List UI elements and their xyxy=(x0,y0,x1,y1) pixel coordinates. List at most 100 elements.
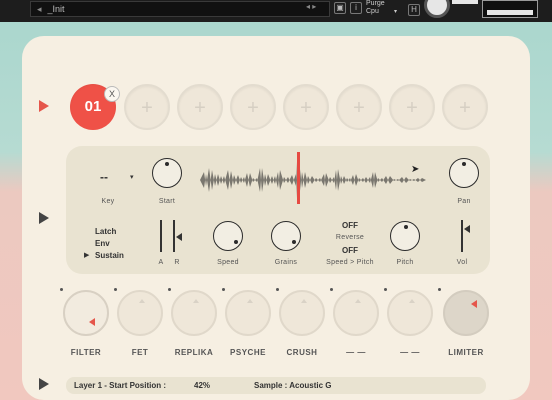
fx-dot-2 xyxy=(114,288,117,291)
replika-knob[interactable] xyxy=(171,290,217,336)
limiter-knob-indicator xyxy=(471,300,477,308)
status-sample-text: Sample : Acoustic G xyxy=(254,381,332,390)
preset-arrow-icon: ◂ xyxy=(37,4,42,14)
layer-slot-3[interactable]: + xyxy=(177,84,223,130)
preset-name: _Init xyxy=(47,4,65,14)
output-bar xyxy=(487,10,533,15)
info-icon[interactable]: i xyxy=(350,2,362,14)
pan-knob-indicator xyxy=(462,162,466,166)
filter-knob-indicator xyxy=(89,318,95,326)
release-label: R xyxy=(174,259,180,266)
fx-label-replika: REPLIKA xyxy=(174,348,214,357)
replika-knob-mark-icon xyxy=(193,299,199,303)
mode-latch[interactable]: Latch xyxy=(95,227,116,236)
attack-label: A xyxy=(158,259,164,266)
fet-knob[interactable] xyxy=(117,290,163,336)
pitch-knob[interactable] xyxy=(390,221,420,251)
pitch-knob-indicator xyxy=(404,225,408,229)
host-toolbar: ◂ _Init ◂ ▸ ▣ i Purge Cpu ▾ H xyxy=(0,0,552,22)
grains-knob[interactable] xyxy=(271,221,301,251)
release-fader[interactable] xyxy=(173,220,175,252)
fx-dot-3 xyxy=(168,288,171,291)
level-meter xyxy=(452,0,478,4)
plus-icon: + xyxy=(406,97,418,119)
volume-fader[interactable] xyxy=(461,220,463,252)
psyche-knob-mark-icon xyxy=(247,299,253,303)
volume-fader-handle-icon[interactable] xyxy=(464,225,470,233)
fx-dot-6 xyxy=(330,288,333,291)
editor-play-icon[interactable] xyxy=(39,212,49,224)
key-value[interactable]: -- xyxy=(100,170,108,184)
preset-nav-arrows-icon[interactable]: ◂ ▸ xyxy=(306,2,316,11)
status-param-value: 42% xyxy=(194,381,211,390)
close-icon[interactable]: X xyxy=(104,86,120,102)
grains-knob-indicator xyxy=(292,240,296,244)
plus-icon: + xyxy=(300,97,312,119)
fx-dot-4 xyxy=(222,288,225,291)
purge-menu[interactable]: Purge Cpu ▾ xyxy=(366,0,402,16)
plus-icon: + xyxy=(141,97,153,119)
crush-knob-mark-icon xyxy=(301,299,307,303)
active-mode-arrow-icon: ▶ xyxy=(84,252,90,259)
status-bar: Layer 1 - Start Position : 42% Sample : … xyxy=(66,377,486,394)
status-play-icon[interactable] xyxy=(39,378,49,390)
start-position-marker[interactable] xyxy=(297,152,300,204)
layer-slot-4[interactable]: + xyxy=(230,84,276,130)
fx-dot-5 xyxy=(276,288,279,291)
psyche-knob[interactable] xyxy=(225,290,271,336)
fx-label-fet: FET xyxy=(131,348,149,357)
h-badge-button[interactable]: H xyxy=(408,4,420,16)
fx-dot-8 xyxy=(438,288,441,291)
pan-label: Pan xyxy=(457,198,471,205)
speed-pitch-toggle[interactable]: OFF xyxy=(330,246,370,255)
release-fader-handle-icon[interactable] xyxy=(176,233,182,241)
start-knob-indicator xyxy=(165,162,169,166)
speed-label: Speed xyxy=(217,259,239,266)
preset-name-field[interactable]: ◂ _Init xyxy=(30,1,330,17)
purge-label: Purge xyxy=(366,0,385,7)
start-knob[interactable] xyxy=(152,158,182,188)
fet-knob-mark-icon xyxy=(139,299,145,303)
status-param-text: Layer 1 - Start Position : xyxy=(74,381,167,390)
plus-icon: + xyxy=(353,97,365,119)
plus-icon: + xyxy=(459,97,471,119)
layer-slot-8[interactable]: + xyxy=(442,84,488,130)
fx-label-limiter: LIMITER xyxy=(448,348,484,357)
layer-slot-5[interactable]: + xyxy=(283,84,329,130)
limiter-knob[interactable] xyxy=(443,290,489,336)
empty-fx-knob-1[interactable] xyxy=(333,290,379,336)
empty-fx-knob-2[interactable] xyxy=(387,290,433,336)
filter-knob[interactable] xyxy=(63,290,109,336)
plus-icon: + xyxy=(247,97,259,119)
output-panel xyxy=(482,0,538,18)
reverse-label: Reverse xyxy=(335,234,365,241)
empty-fx-2-mark-icon xyxy=(409,299,415,303)
waveform-display[interactable] xyxy=(200,156,436,204)
key-dropdown-chevron-icon[interactable]: ▾ xyxy=(130,173,134,181)
attack-fader[interactable] xyxy=(160,220,162,252)
empty-fx-1-mark-icon xyxy=(355,299,361,303)
tune-dial[interactable] xyxy=(424,0,450,18)
layer-slot-7[interactable]: + xyxy=(389,84,435,130)
layer-slot-2[interactable]: + xyxy=(124,84,170,130)
camera-icon[interactable]: ▣ xyxy=(334,2,346,14)
mouse-cursor-icon: ➤ xyxy=(411,164,420,175)
start-label: Start xyxy=(158,198,176,205)
pan-knob[interactable] xyxy=(449,158,479,188)
mode-env[interactable]: Env xyxy=(95,239,110,248)
fx-label-empty-1: — — xyxy=(346,348,366,357)
mode-sustain[interactable]: Sustain xyxy=(95,251,124,260)
chevron-down-icon: ▾ xyxy=(394,9,398,15)
reverse-toggle[interactable]: OFF xyxy=(330,221,370,230)
speed-knob-indicator xyxy=(234,240,238,244)
fx-label-psyche: PSYCHE xyxy=(230,348,266,357)
fx-label-empty-2: — — xyxy=(400,348,420,357)
layers-play-icon[interactable] xyxy=(39,100,49,112)
fx-label-crush: CRUSH xyxy=(286,348,318,357)
plus-icon: + xyxy=(194,97,206,119)
vol-label: Vol xyxy=(456,259,468,266)
fx-label-filter: FILTER xyxy=(70,348,102,357)
speed-knob[interactable] xyxy=(213,221,243,251)
crush-knob[interactable] xyxy=(279,290,325,336)
layer-slot-6[interactable]: + xyxy=(336,84,382,130)
